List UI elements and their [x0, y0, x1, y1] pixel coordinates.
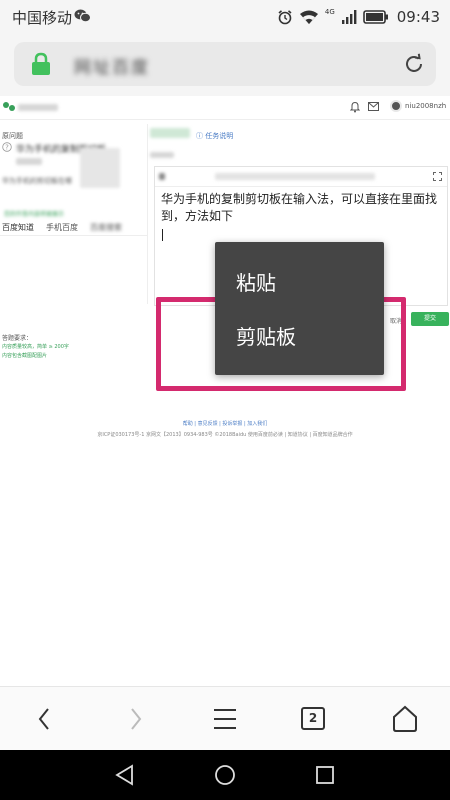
tab-count: 2 — [301, 707, 325, 730]
text-caret — [162, 229, 163, 241]
tab-mobile-baidu[interactable]: 手机百度 — [46, 222, 78, 233]
blurred-label — [150, 152, 174, 158]
browser-toolbar: 2 — [0, 686, 450, 750]
system-home-icon[interactable] — [213, 763, 237, 787]
question-title-blurred — [16, 158, 42, 165]
system-back-icon[interactable] — [113, 763, 137, 787]
requirements-title: 答题要求： — [2, 335, 33, 342]
answer-text[interactable]: 华为手机的复制剪切板在输入法，可以直接在里面找到，方法如下 — [161, 191, 443, 225]
blurred-question-area — [80, 148, 120, 188]
site-logo-icon — [3, 102, 15, 111]
address-bar[interactable]: 网址百度 — [14, 42, 436, 86]
mail-icon[interactable] — [368, 102, 379, 111]
back-icon[interactable] — [27, 701, 63, 737]
alarm-icon — [278, 10, 292, 25]
requirement-item: 内容质量较高，简单 ≥ 200字 — [2, 344, 69, 350]
tab-baidu-zhidao[interactable]: 百度知道 — [2, 222, 34, 236]
blurred-badge — [150, 128, 190, 138]
username[interactable]: niu2008nzh — [405, 102, 446, 110]
avatar[interactable] — [390, 100, 402, 112]
footer-icp: 京ICP证030173号-1 京网文【2013】0934-983号 ©2018B… — [97, 432, 353, 438]
toolbar-blurred-tool — [159, 173, 165, 180]
requirement-item: 内容包含截图配图片 — [2, 353, 48, 359]
svg-text:?: ? — [5, 144, 9, 152]
submit-button[interactable]: 提交 — [411, 312, 449, 326]
answer-display-hint: 您的作答内容将被展示 — [4, 211, 65, 218]
system-navigation-bar — [0, 750, 450, 800]
site-name-blurred — [18, 104, 58, 111]
tabs-button[interactable]: 2 — [296, 701, 332, 737]
bell-icon[interactable] — [350, 101, 360, 113]
reload-icon[interactable] — [402, 52, 426, 76]
lock-icon — [32, 52, 50, 75]
wechat-icon — [74, 9, 91, 23]
task-link-label: 任务说明 — [205, 132, 234, 140]
tab-baidu-search[interactable]: 百度搜索 — [90, 222, 122, 233]
menu-icon[interactable] — [207, 701, 243, 737]
question-mark-icon: ? — [2, 142, 12, 152]
battery-icon — [362, 10, 388, 24]
status-bar: 中国移动 4G 09:43 — [0, 0, 450, 34]
wifi-icon — [299, 10, 318, 24]
question-description: 华为手机的剪切板在哪 — [2, 177, 72, 185]
web-page: niu2008nzh 原问题 ? 华为手机的复制剪切板 华为手机的剪切板在哪 您… — [0, 96, 450, 686]
signal-icon — [341, 10, 357, 24]
home-icon[interactable] — [387, 701, 423, 737]
forward-icon[interactable] — [117, 701, 153, 737]
task-instructions-link[interactable]: ⓘ 任务说明 — [196, 131, 233, 141]
site-top-nav: niu2008nzh — [0, 96, 450, 120]
editor-toolbar — [155, 167, 447, 187]
tabs-divider — [0, 235, 147, 236]
context-menu: 粘贴 剪贴板 — [215, 242, 384, 375]
expand-icon[interactable] — [433, 172, 442, 181]
carrier-name: 中国移动 — [12, 9, 73, 27]
footer-links[interactable]: 帮助 | 意见反馈 | 投诉举报 | 加入我们 — [0, 420, 450, 427]
clock-time: 09:43 — [396, 8, 440, 26]
browser-address-area: 网址百度 — [0, 34, 450, 96]
toolbar-blurred — [215, 173, 375, 180]
menu-item-clipboard[interactable]: 剪贴板 — [215, 304, 384, 370]
status-icons: 4G 09:43 — [277, 6, 440, 28]
column-divider — [147, 124, 148, 304]
original-question-label: 原问题 — [2, 132, 23, 140]
system-recents-icon[interactable] — [313, 763, 337, 787]
network-type: 4G — [324, 8, 335, 16]
url-text[interactable]: 网址百度 — [74, 53, 150, 78]
